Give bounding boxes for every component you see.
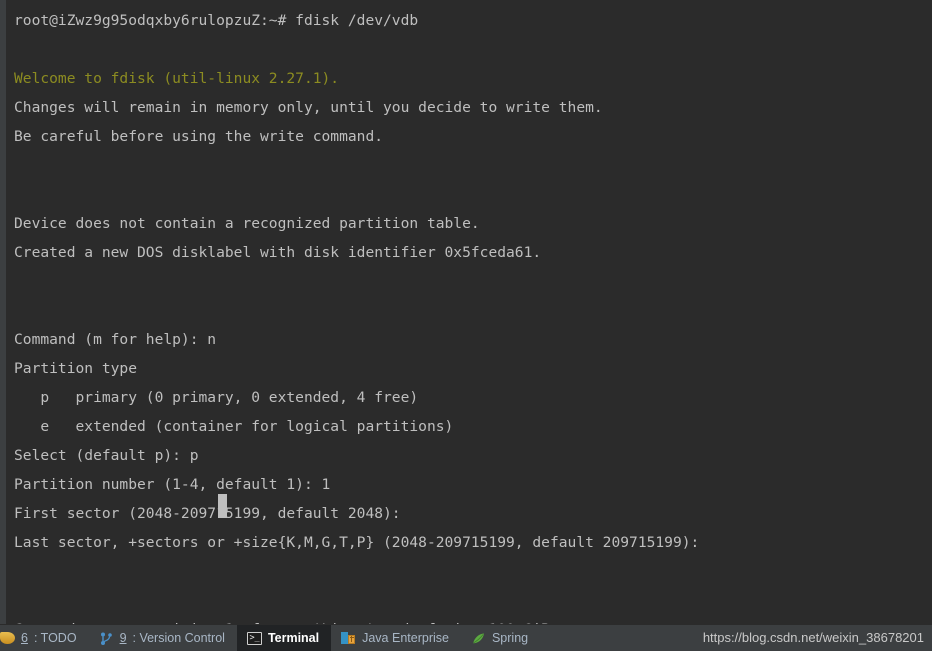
spring-icon	[471, 631, 486, 646]
terminal-line: Partition number (1-4, default 1): 1	[14, 476, 331, 493]
terminal-output[interactable]: root@iZwz9g95odqxby6rulopzuZ:~# fdisk /d…	[6, 0, 932, 624]
tool-window-tab-label: Spring	[491, 631, 529, 645]
terminal-line: Partition type	[14, 360, 138, 377]
tool-window-tab-label: Java Enterprise	[362, 631, 449, 645]
terminal-cursor	[218, 494, 227, 518]
terminal-line: Created a new DOS disklabel with disk id…	[14, 244, 542, 261]
terminal-line: Device does not contain a recognized par…	[14, 215, 480, 232]
tool-window-tab-label: : TODO	[33, 631, 77, 645]
tool-window-tab-javaee[interactable]: Java Enterprise	[331, 625, 461, 651]
tool-window-tab-spring[interactable]: Spring	[461, 625, 540, 651]
terminal-line: p primary (0 primary, 0 extended, 4 free…	[14, 389, 419, 406]
terminal-line: Select (default p): p	[14, 447, 199, 464]
terminal-line: root@iZwz9g95odqxby6rulopzuZ:~# fdisk /d…	[14, 12, 419, 29]
tool-window-tab-mnemonic: 6	[21, 631, 28, 645]
terminal-line: Welcome to fdisk (util-linux 2.27.1).	[14, 70, 340, 87]
terminal-line: Be careful before using the write comman…	[14, 128, 384, 145]
tool-window-bar: 6 : TODO 9 : Version Control >_ Terminal Java …	[0, 624, 932, 651]
terminal-line: Last sector, +sectors or +size{K,M,G,T,P…	[14, 534, 700, 551]
version-control-icon	[99, 631, 114, 646]
terminal-line: e extended (container for logical partit…	[14, 418, 454, 435]
terminal-line: Changes will remain in memory only, unti…	[14, 99, 603, 116]
tool-window-tab-terminal[interactable]: >_ Terminal	[236, 625, 332, 651]
tool-window-tab-vcs[interactable]: 9 : Version Control	[89, 625, 237, 651]
java-enterprise-icon	[341, 631, 356, 645]
terminal-line: First sector (2048-209715199, default 20…	[14, 505, 401, 522]
tool-window-tab-label: : Version Control	[132, 631, 225, 645]
tool-window-tab-mnemonic: 9	[119, 631, 127, 645]
tool-window-tab-label: Terminal	[267, 631, 320, 645]
tool-window-tab-todo[interactable]: 6 : TODO	[0, 625, 89, 651]
watermark-url: https://blog.csdn.net/weixin_38678201	[702, 630, 924, 645]
terminal-panel[interactable]: root@iZwz9g95odqxby6rulopzuZ:~# fdisk /d…	[0, 0, 932, 624]
terminal-line: Command (m for help): n	[14, 331, 217, 348]
terminal-line: Created a new partition 1 of type 'Linux…	[14, 615, 932, 624]
terminal-icon: >_	[246, 631, 262, 645]
ide-window: root@iZwz9g95odqxby6rulopzuZ:~# fdisk /d…	[0, 0, 932, 651]
todo-icon	[0, 632, 15, 644]
